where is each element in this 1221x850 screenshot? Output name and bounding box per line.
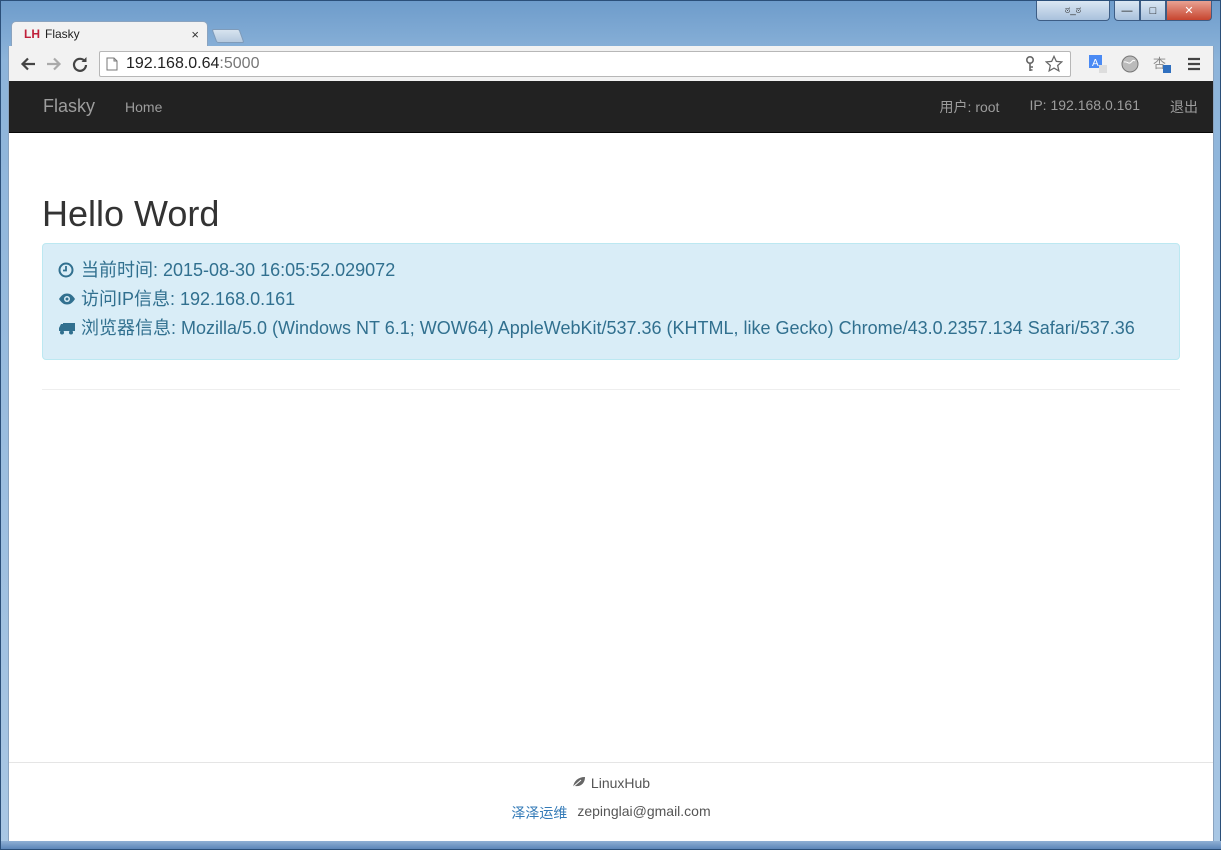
footer-brand-row: LinuxHub	[9, 775, 1213, 791]
footer-brand: LinuxHub	[590, 775, 651, 791]
eye-icon	[58, 291, 76, 309]
bookmark-star-icon[interactable]	[1044, 54, 1064, 74]
back-arrow-icon	[20, 57, 35, 70]
nav-link-home[interactable]: Home	[125, 99, 162, 115]
window-caption-controls: ಠ_ಠ — □ ✕	[1036, 1, 1212, 21]
nav-ip[interactable]: IP: 192.168.0.161	[1029, 97, 1140, 117]
nav-user[interactable]: 用户: root	[940, 97, 1000, 117]
ip-text: 访问IP信息: 192.168.0.161	[81, 289, 296, 309]
navbar-brand[interactable]: Flasky	[43, 96, 95, 117]
ip-line: 访问IP信息: 192.168.0.161	[58, 285, 1164, 314]
browser-text: 浏览器信息: Mozilla/5.0 (Windows NT 6.1; WOW6…	[81, 318, 1135, 338]
navbar: Flasky Home 用户: root IP: 192.168.0.161 退…	[9, 81, 1213, 133]
info-alert: 当前时间: 2015-08-30 16:05:52.029072 访问IP信息:…	[42, 243, 1180, 360]
page-icon	[106, 57, 118, 70]
close-window-button[interactable]: ✕	[1166, 1, 1212, 21]
page-title: Hello Word	[42, 193, 220, 234]
navbar-right: 用户: root IP: 192.168.0.161 退出	[940, 97, 1198, 117]
chinese-tools-extension-icon[interactable]: 杏	[1149, 51, 1175, 77]
new-tab-button[interactable]	[211, 29, 245, 43]
footer-credit-row: 泽泽运维 zepinglai@gmail.com	[9, 803, 1213, 823]
translate-icon[interactable]: A	[1085, 51, 1111, 77]
reload-button[interactable]	[67, 51, 93, 77]
back-button[interactable]	[15, 51, 41, 77]
main-container: Hello Word 当前时间: 2015-08-30 16:05:52.029…	[9, 194, 1213, 390]
svg-text:A: A	[1092, 58, 1099, 69]
author-link[interactable]: 泽泽运维	[511, 803, 567, 823]
time-text: 当前时间: 2015-08-30 16:05:52.029072	[81, 260, 396, 280]
maximize-button[interactable]: □	[1140, 1, 1166, 21]
time-line: 当前时间: 2015-08-30 16:05:52.029072	[58, 256, 1164, 285]
leaf-icon	[572, 775, 586, 791]
window-buttons: — □ ✕	[1114, 1, 1212, 21]
nav-logout[interactable]: 退出	[1170, 97, 1198, 117]
tab-title: Flasky	[45, 27, 80, 41]
browser-line: 浏览器信息: Mozilla/5.0 (Windows NT 6.1; WOW6…	[58, 314, 1164, 343]
globe-extension-icon[interactable]	[1117, 51, 1143, 77]
browser-toolbar: 192.168.0.64:5000 A 杏	[8, 46, 1214, 81]
tab-flasky[interactable]: LH Flasky ×	[11, 21, 208, 46]
forward-button[interactable]	[41, 51, 67, 77]
browser-window: ಠ_ಠ — □ ✕ LH Flasky × 192.168.0.64:5000	[0, 0, 1221, 850]
favicon-icon: LH	[24, 27, 40, 41]
footer: LinuxHub 泽泽运维 zepinglai@gmail.com	[9, 762, 1213, 843]
truck-icon	[58, 320, 76, 338]
minimize-button[interactable]: —	[1114, 1, 1140, 21]
key-icon[interactable]	[1020, 54, 1040, 74]
url-host: 192.168.0.64	[126, 54, 220, 72]
tab-strip: LH Flasky ×	[11, 21, 245, 46]
address-bar[interactable]: 192.168.0.64:5000	[99, 50, 1071, 77]
page-viewport: Flasky Home 用户: root IP: 192.168.0.161 退…	[8, 81, 1214, 843]
reload-icon	[72, 56, 88, 72]
divider	[42, 389, 1180, 390]
footer-email: zepinglai@gmail.com	[577, 803, 711, 819]
clock-icon	[58, 262, 76, 280]
forward-arrow-icon	[47, 57, 62, 70]
menu-icon[interactable]	[1181, 51, 1207, 77]
profile-button[interactable]: ಠ_ಠ	[1036, 1, 1110, 21]
window-bottom-edge	[1, 841, 1221, 849]
tab-close-icon[interactable]: ×	[191, 27, 199, 42]
url-port: :5000	[219, 54, 260, 72]
